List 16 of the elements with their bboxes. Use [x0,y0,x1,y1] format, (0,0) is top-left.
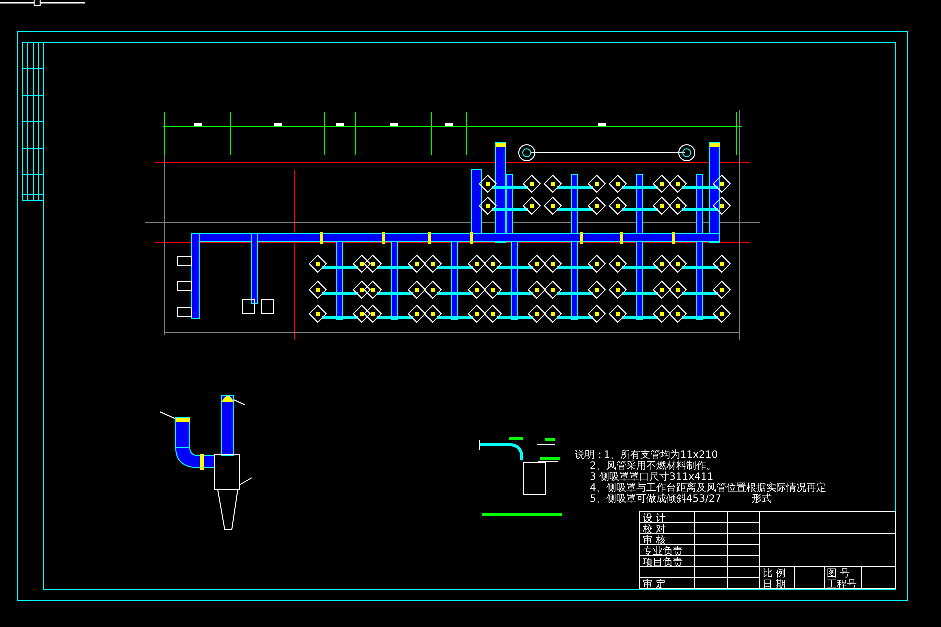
zoom-slider[interactable] [0,0,85,6]
note-line: 5、侧吸罩可做成倾斜453/27 [590,494,722,505]
note-line: 1、所有支管均为11x210 [604,450,718,461]
title-block-label: 校 对 [643,524,666,536]
title-block-label: 日 期 [763,580,786,590]
title-block-label: 设 计 [643,514,666,524]
title-block-label: 审 定 [643,580,666,590]
note-line: 4、侧吸罩与工作台距离及风管位置根据实际情况再定 [590,483,826,494]
note-line: 2、风管采用不燃材料制作。 [590,461,716,472]
title-block-label: 比 例 [763,568,786,580]
note-line: 形式 [752,494,772,505]
notes-heading: 说明： [575,450,605,461]
note-line: 3 侧吸罩罩口尺寸311x411 [590,472,714,483]
title-block-label: 图 号 [827,568,850,580]
title-block-label: 审 核 [643,536,666,546]
title-block-label: 工程号 [827,580,857,590]
